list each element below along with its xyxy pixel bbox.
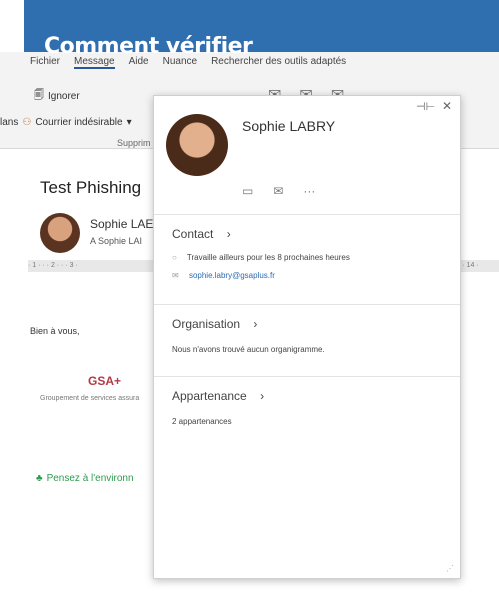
chevron-down-icon: ▾ [126,117,132,128]
mail-icon[interactable]: ✉ [273,184,283,198]
organisation-section-title[interactable]: Organisation › [172,317,257,331]
contact-section-title[interactable]: Contact › [172,227,231,241]
ruler-right: · · 14 · [458,260,499,272]
left-fragment: lans [0,117,19,128]
chevron-right-icon: › [260,389,265,403]
environment-note: ♣ Pensez à l'environn [36,473,134,484]
signature-subtitle: Groupement de services assura [40,395,140,402]
contact-card: Sophie LABRY ⊣⊢ ✕ ▭ ✉ ··· Contact › ○ Tr… [153,95,461,579]
close-icon[interactable]: ✕ [442,99,452,113]
contact-avatar [166,114,228,176]
membership-text: 2 appartenances [172,417,232,426]
status-line: ○ Travaille ailleurs pour les 8 prochain… [172,253,350,262]
envelope-icon: ✉ [172,271,179,280]
headline: Comment vérifier [44,34,253,59]
ignore-icon: 🗐 [34,90,44,101]
delete-group-label: Supprim [117,138,151,148]
email-link[interactable]: sophie.labry@gsaplus.fr [189,271,275,280]
recipient-line: A Sophie LAI [90,236,143,246]
contact-section: Contact › ○ Travaille ailleurs pour les … [154,214,460,305]
ignore-button[interactable]: 🗐 Ignorer [34,88,80,105]
sender-name[interactable]: Sophie LAE [90,217,153,231]
chat-icon[interactable]: ▭ [242,184,253,198]
junk-icon: ⚇ [22,117,32,128]
card-actions: ▭ ✉ ··· [242,184,315,198]
organisation-text: Nous n'avons trouvé aucun organigramme. [172,345,325,354]
mail-subject: Test Phishing [40,178,142,197]
email-line[interactable]: ✉ sophie.labry@gsaplus.fr [172,271,275,280]
chevron-right-icon: › [253,317,258,331]
membership-section: Appartenance › 2 appartenances [154,376,460,447]
pin-icon[interactable]: ⊣⊢ [416,100,435,113]
tree-icon: ♣ [36,473,43,484]
clock-icon: ○ [172,253,177,262]
organisation-section: Organisation › Nous n'avons trouvé aucun… [154,304,460,377]
membership-section-title[interactable]: Appartenance › [172,389,264,403]
sender-avatar[interactable] [40,213,80,253]
more-icon[interactable]: ··· [303,184,315,198]
contact-name: Sophie LABRY [242,118,336,134]
signature-logo: GSA+ [88,374,122,388]
ruler: · 1 · · · 2 · · · 3 · [28,260,168,272]
greeting: Bien à vous, [30,326,80,336]
resize-grip-icon[interactable]: ⋰ [446,564,454,573]
chevron-right-icon: › [226,227,231,241]
junk-button[interactable]: lans ⚇ Courrier indésirable ▾ [0,117,132,128]
